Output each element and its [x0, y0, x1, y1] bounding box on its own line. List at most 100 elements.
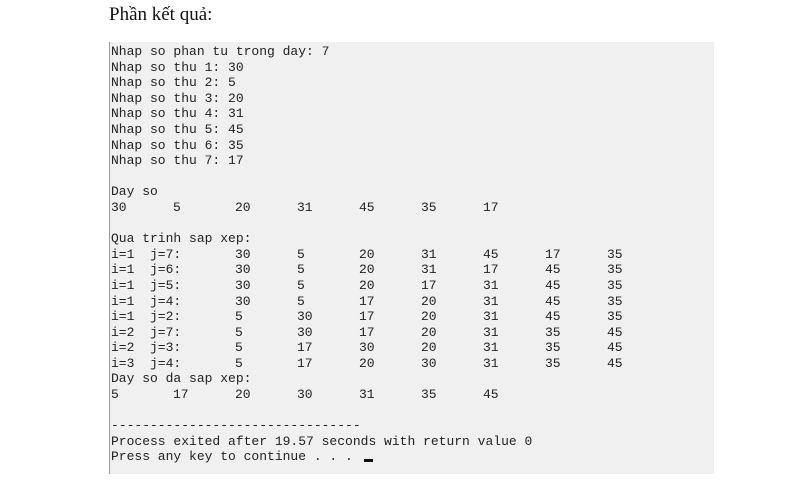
step-value: 31 [483, 309, 499, 325]
step-value: 20 [421, 293, 437, 309]
step-value: 35 [607, 277, 623, 293]
step-label: i=1 j=5: [111, 277, 182, 293]
array-value: 31 [359, 387, 375, 403]
sorted-array-label: Day so da sap xep: [111, 371, 252, 387]
step-value: 45 [545, 262, 561, 278]
sort-step-row: i=1 j=5: 30 5 20 17 31 45 35 [111, 278, 714, 294]
step-value: 35 [607, 293, 623, 309]
input-line: Nhap so phan tu trong day: 7 [111, 44, 330, 59]
step-label: i=2 j=7: [111, 324, 182, 340]
step-value: 31 [421, 262, 437, 278]
step-value: 17 [297, 355, 313, 371]
step-label: i=1 j=6: [111, 262, 182, 278]
step-value: 17 [359, 309, 375, 325]
array-value: 35 [421, 387, 437, 403]
step-value: 35 [607, 309, 623, 325]
sort-step-row: i=2 j=3: 5 17 30 20 31 35 45 [111, 340, 714, 356]
step-value: 30 [297, 309, 313, 325]
input-line: Nhap so thu 6: 35 [111, 137, 244, 153]
step-value: 31 [483, 277, 499, 293]
step-value: 35 [607, 262, 623, 278]
step-value: 17 [297, 340, 313, 356]
step-value: 45 [545, 293, 561, 309]
step-value: 31 [421, 246, 437, 262]
input-line: Nhap so thu 1: 30 [111, 59, 244, 75]
console-output[interactable]: Nhap so phan tu trong day: 7 Nhap so thu … [109, 42, 714, 474]
step-value: 5 [235, 355, 243, 371]
step-value: 31 [483, 293, 499, 309]
input-line: Nhap so thu 5: 45 [111, 121, 244, 137]
step-value: 35 [545, 355, 561, 371]
step-value: 20 [421, 340, 437, 356]
step-value: 31 [483, 355, 499, 371]
array-value: 30 [111, 199, 127, 215]
step-value: 5 [235, 340, 243, 356]
step-value: 17 [359, 293, 375, 309]
array-value: 5 [173, 199, 181, 215]
step-value: 5 [297, 293, 305, 309]
input-line: Nhap so thu 4: 31 [111, 106, 244, 122]
input-line: Nhap so thu 7: 17 [111, 153, 244, 169]
step-value: 30 [235, 293, 251, 309]
step-label: i=3 j=4: [111, 355, 182, 371]
step-value: 45 [545, 309, 561, 325]
array-value: 45 [483, 387, 499, 403]
step-value: 30 [421, 355, 437, 371]
input-line: Nhap so thu 2: 5 [111, 75, 236, 91]
step-value: 5 [297, 262, 305, 278]
step-value: 5 [297, 246, 305, 262]
step-value: 17 [545, 246, 561, 262]
sort-step-row: i=3 j=4: 5 17 20 30 31 35 45 [111, 356, 714, 372]
step-value: 20 [359, 355, 375, 371]
input-lines: Nhap so phan tu trong day: 7 Nhap so thu … [111, 44, 714, 169]
initial-array-label: Day so [111, 184, 158, 200]
initial-array-row: 30 5 20 31 45 35 17 [111, 200, 714, 216]
sorted-array-row: 5 17 20 30 31 35 45 [111, 387, 714, 403]
step-value: 5 [235, 324, 243, 340]
step-value: 35 [545, 324, 561, 340]
step-label: i=1 j=7: [111, 246, 182, 262]
step-value: 17 [483, 262, 499, 278]
step-value: 45 [607, 355, 623, 371]
step-value: 20 [421, 324, 437, 340]
step-value: 30 [359, 340, 375, 356]
array-value: 5 [111, 387, 119, 403]
array-value: 20 [235, 199, 251, 215]
step-value: 45 [607, 340, 623, 356]
continue-prompt-line: Press any key to continue . . . [111, 449, 714, 465]
sort-process-label: Qua trinh sap xep: [111, 231, 252, 247]
array-value: 20 [235, 387, 251, 403]
sort-step-row: i=1 j=7: 30 5 20 31 45 17 35 [111, 247, 714, 263]
input-line: Nhap so thu 3: 20 [111, 90, 244, 106]
sort-step-row: i=1 j=2: 5 30 17 20 31 45 35 [111, 309, 714, 325]
results-heading: Phần kết quả: [109, 4, 213, 25]
step-value: 5 [235, 309, 243, 325]
continue-prompt: Press any key to continue . . . [111, 449, 361, 465]
step-value: 45 [545, 277, 561, 293]
step-value: 20 [359, 246, 375, 262]
step-value: 30 [235, 262, 251, 278]
separator-line: -------------------------------- [111, 418, 361, 434]
step-value: 17 [421, 277, 437, 293]
step-value: 20 [421, 309, 437, 325]
step-label: i=2 j=3: [111, 340, 182, 356]
step-value: 17 [359, 324, 375, 340]
step-value: 35 [607, 246, 623, 262]
step-value: 45 [483, 246, 499, 262]
step-value: 31 [483, 324, 499, 340]
step-label: i=1 j=2: [111, 309, 182, 325]
array-value: 17 [173, 387, 189, 403]
array-value: 30 [297, 387, 313, 403]
step-value: 30 [297, 324, 313, 340]
step-value: 20 [359, 277, 375, 293]
sort-step-row: i=2 j=7: 5 30 17 20 31 35 45 [111, 325, 714, 341]
step-value: 30 [235, 246, 251, 262]
step-value: 20 [359, 262, 375, 278]
array-value: 31 [297, 199, 313, 215]
array-value: 35 [421, 199, 437, 215]
text-cursor [363, 459, 373, 463]
array-value: 45 [359, 199, 375, 215]
array-value: 17 [483, 199, 499, 215]
